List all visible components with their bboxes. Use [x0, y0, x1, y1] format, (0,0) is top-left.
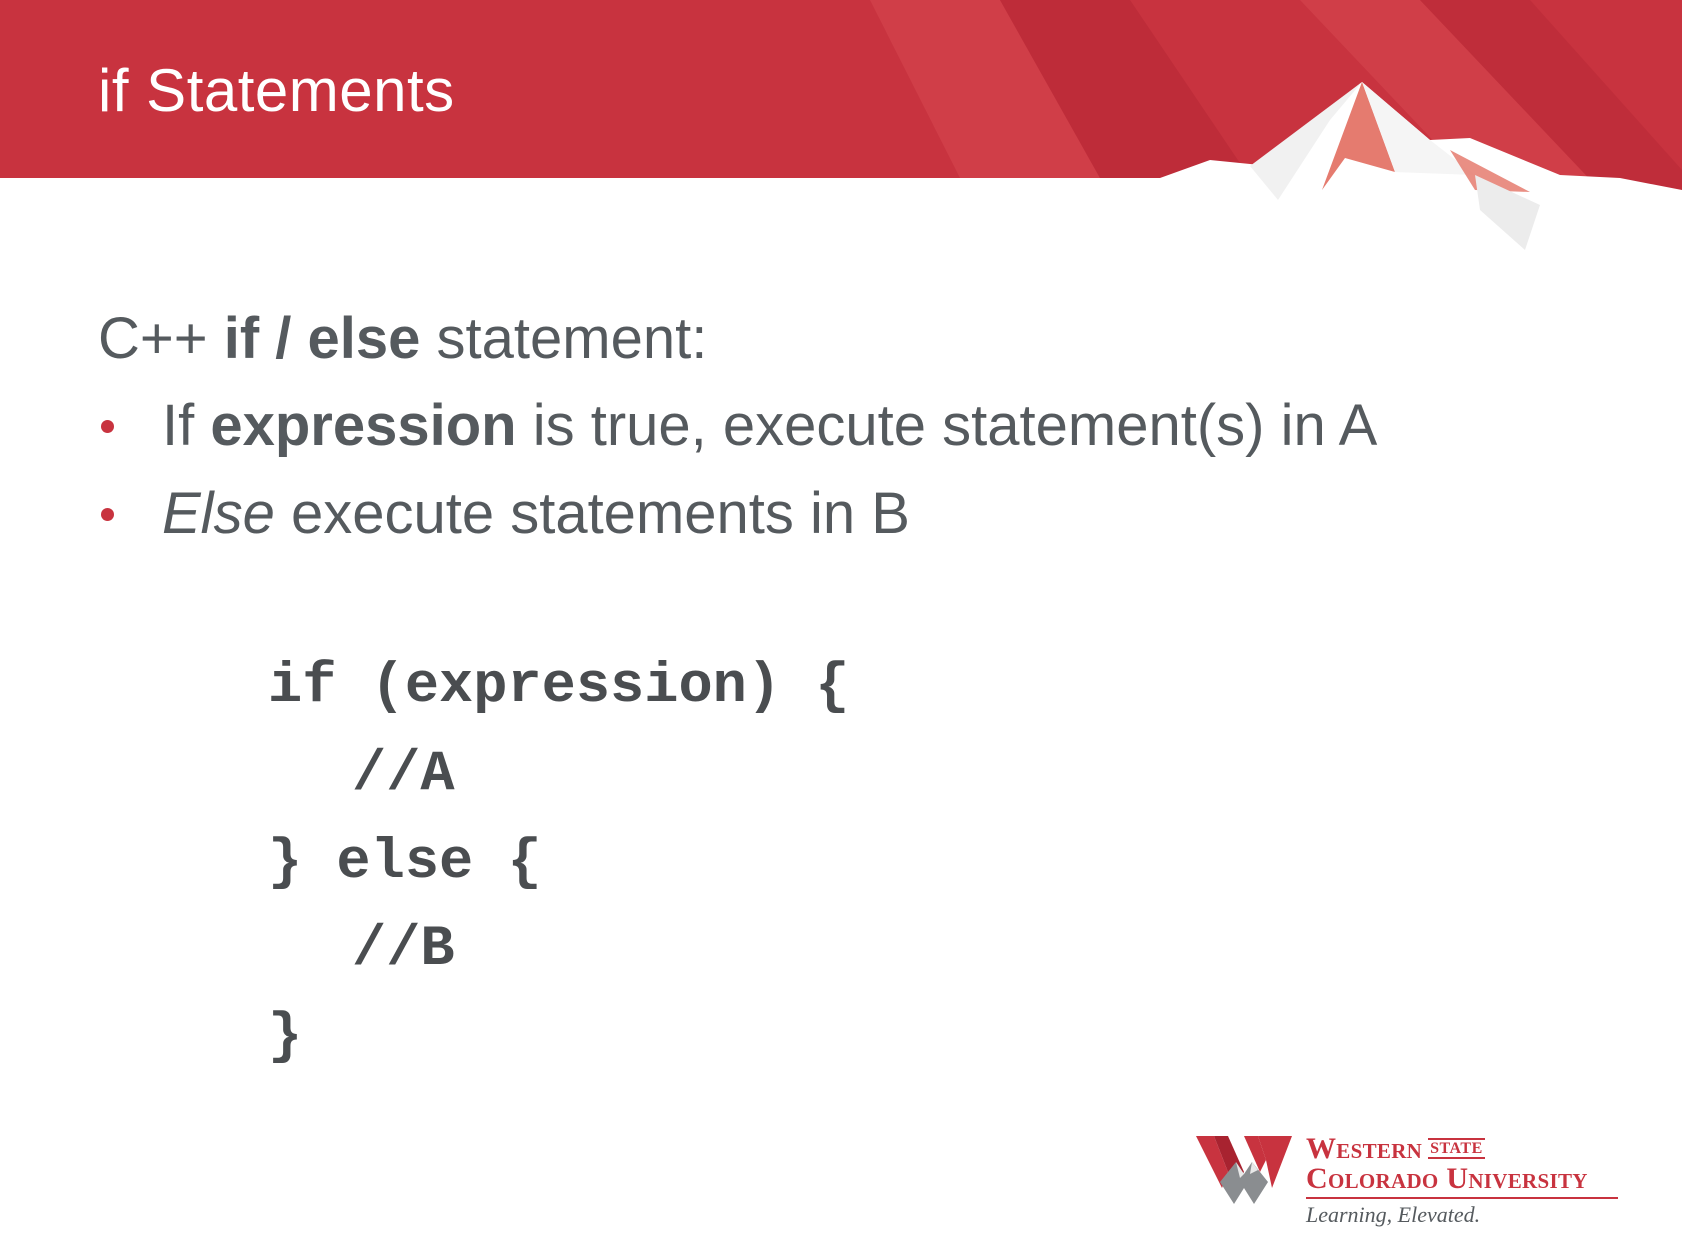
bullet-bold: expression: [210, 393, 517, 458]
logo-western-text: Western: [1306, 1132, 1423, 1165]
header-banner: [0, 0, 1682, 250]
code-line: if (expression) {: [268, 655, 850, 719]
bullet-lead: If: [162, 393, 211, 458]
logo-divider: [1306, 1197, 1618, 1199]
intro-line: C++ if / else statement:: [98, 305, 707, 372]
intro-prefix: C++: [98, 306, 224, 371]
code-line: //A: [352, 743, 455, 807]
code-line: //B: [352, 918, 455, 982]
intro-suffix: statement:: [420, 306, 708, 371]
bullet-item: Else execute statements in B: [162, 480, 910, 547]
logo-state-text: STATE: [1428, 1138, 1485, 1159]
code-line: }: [268, 1005, 303, 1069]
bullet-dot: [101, 508, 114, 521]
w-mountain-logo-icon: [1196, 1136, 1292, 1204]
university-logo: Western STATE Colorado University Learnin…: [1196, 1130, 1626, 1230]
bullet-italic: Else: [162, 481, 275, 546]
slide-title: if Statements: [98, 57, 455, 124]
bullet-dot: [101, 420, 114, 433]
intro-keyword: if / else: [223, 306, 421, 371]
bullet-rest: is true, execute statement(s) in A: [516, 393, 1378, 458]
bullet-item: If expression is true, execute statement…: [162, 392, 1377, 459]
bullet-rest: execute statements in B: [274, 481, 910, 546]
logo-tagline: Learning, Elevated.: [1306, 1202, 1481, 1227]
code-line: } else {: [268, 831, 542, 895]
logo-wordmark-line2: Colorado University: [1306, 1162, 1588, 1195]
logo-wordmark-line1: Western STATE: [1306, 1132, 1485, 1166]
